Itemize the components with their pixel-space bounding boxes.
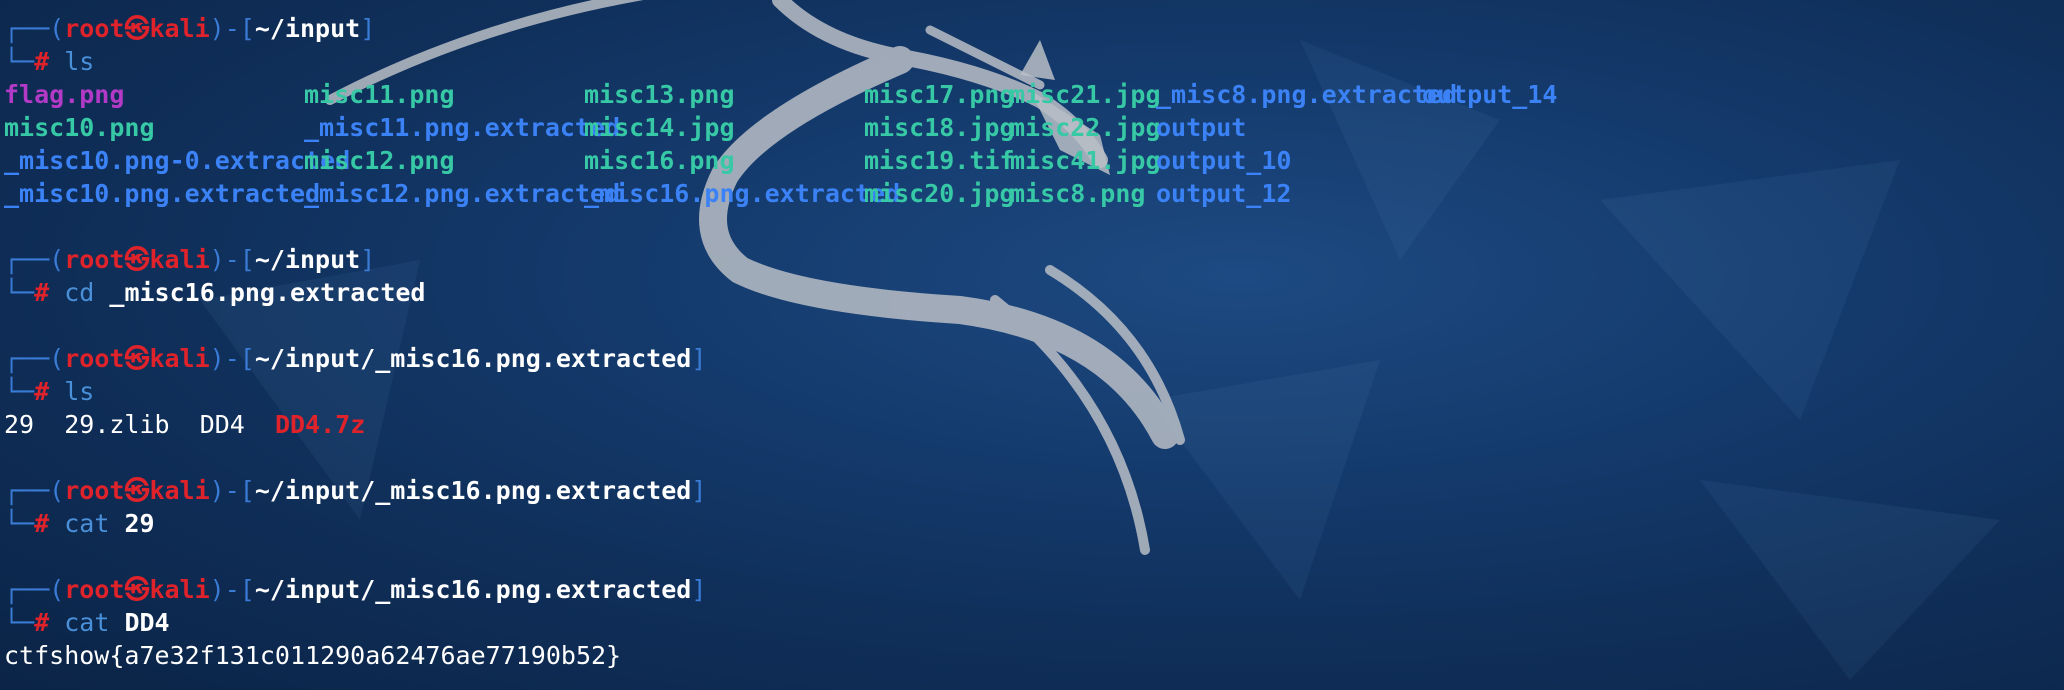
- list-item: output_14: [1422, 80, 1558, 109]
- list-item: _misc16.png.extracted: [584, 179, 901, 208]
- command-output: ctfshow{a7e32f131c011290a62476ae77190b52…: [4, 641, 622, 670]
- prompt-header: ┌──(root㉿kali)-[~/input/_misc16.png.extr…: [4, 476, 707, 505]
- prompt-command-line: └─# ls: [4, 47, 95, 76]
- list-item: flag.png: [4, 80, 125, 109]
- prompt-user: root: [64, 575, 125, 604]
- prompt-path: ~/input/_misc16.png.extracted: [254, 476, 692, 505]
- prompt-user: root: [64, 476, 125, 505]
- list-item: misc14.jpg: [584, 113, 735, 142]
- list-item: 29: [4, 410, 35, 439]
- list-item: misc11.png: [304, 80, 455, 109]
- list-item: output_12: [1156, 179, 1292, 208]
- command: ls: [64, 47, 95, 76]
- list-item: misc20.jpg: [864, 179, 1015, 208]
- prompt-command-line: └─# ls: [4, 377, 95, 406]
- list-item: misc17.png: [864, 80, 1015, 109]
- prompt-command-line: └─# cd _misc16.png.extracted: [4, 278, 426, 307]
- command-args: DD4: [124, 608, 170, 637]
- ls-row: _misc10.png-0.extracted misc12.png misc1…: [4, 144, 1291, 177]
- list-item: misc18.jpg: [864, 113, 1015, 142]
- skull-icon: ㉿: [124, 344, 150, 373]
- command: cat: [64, 509, 110, 538]
- prompt-host: kali: [149, 245, 210, 274]
- prompt-path: ~/input/_misc16.png.extracted: [254, 575, 692, 604]
- command: cd: [64, 278, 95, 307]
- list-item: misc21.jpg: [1010, 80, 1161, 109]
- flag-output: ctfshow{a7e32f131c011290a62476ae77190b52…: [4, 639, 706, 672]
- list-item: DD4.7z: [274, 410, 366, 439]
- list-item: misc12.png: [304, 146, 455, 175]
- command: ls: [64, 377, 95, 406]
- ls-row: 29 29.zlib DD4 DD4.7z: [4, 408, 706, 441]
- prompt-user: root: [64, 245, 125, 274]
- skull-icon: ㉿: [124, 14, 150, 43]
- command-args: _misc16.png.extracted: [109, 278, 426, 307]
- command: cat: [64, 608, 110, 637]
- ls-row: _misc10.png.extracted _misc12.png.extrac…: [4, 177, 1291, 210]
- prompt-user: root: [64, 14, 125, 43]
- prompt-host: kali: [149, 575, 210, 604]
- prompt-path: ~/input: [254, 14, 361, 43]
- list-item: misc22.jpg: [1010, 113, 1161, 142]
- prompt-command-line: └─# cat DD4: [4, 608, 170, 637]
- prompt-header: ┌──(root㉿kali)-[~/input/_misc16.png.extr…: [4, 344, 707, 373]
- terminal-output: ┌──(root㉿kali)-[~/input] └─# ls flag.png…: [4, 12, 1557, 672]
- prompt-user: root: [64, 344, 125, 373]
- prompt-command-line: └─# cat 29: [4, 509, 155, 538]
- list-item: misc8.png: [1010, 179, 1146, 208]
- ls-row: misc10.png _misc11.png.extracted misc14.…: [4, 111, 1246, 144]
- list-item: misc16.png: [584, 146, 735, 175]
- list-item: misc13.png: [584, 80, 735, 109]
- list-item: misc10.png: [4, 113, 155, 142]
- prompt-host: kali: [149, 14, 210, 43]
- list-item: misc41.jpg: [1010, 146, 1161, 175]
- skull-icon: ㉿: [124, 245, 150, 274]
- prompt-path: ~/input: [254, 245, 361, 274]
- ls-row: flag.png misc11.png misc13.png misc17.pn…: [4, 78, 1557, 111]
- prompt-header: ┌──(root㉿kali)-[~/input]: [4, 14, 376, 43]
- command-args: 29: [124, 509, 155, 538]
- prompt-host: kali: [149, 344, 210, 373]
- list-item: output: [1156, 113, 1247, 142]
- prompt-host: kali: [149, 476, 210, 505]
- list-item: DD4: [199, 410, 245, 439]
- list-item: _misc10.png.extracted: [4, 179, 321, 208]
- list-item: misc19.tif: [864, 146, 1015, 175]
- skull-icon: ㉿: [124, 476, 150, 505]
- prompt-header: ┌──(root㉿kali)-[~/input]: [4, 245, 376, 274]
- prompt-path: ~/input/_misc16.png.extracted: [254, 344, 692, 373]
- list-item: output_10: [1156, 146, 1292, 175]
- prompt-header: ┌──(root㉿kali)-[~/input/_misc16.png.extr…: [4, 575, 707, 604]
- list-item: _misc8.png.extracted: [1156, 80, 1458, 109]
- list-item: 29.zlib: [64, 410, 170, 439]
- list-item: _misc10.png-0.extracted: [4, 146, 351, 175]
- list-item: _misc12.png.extracted: [304, 179, 621, 208]
- skull-icon: ㉿: [124, 575, 150, 604]
- list-item: _misc11.png.extracted: [304, 113, 621, 142]
